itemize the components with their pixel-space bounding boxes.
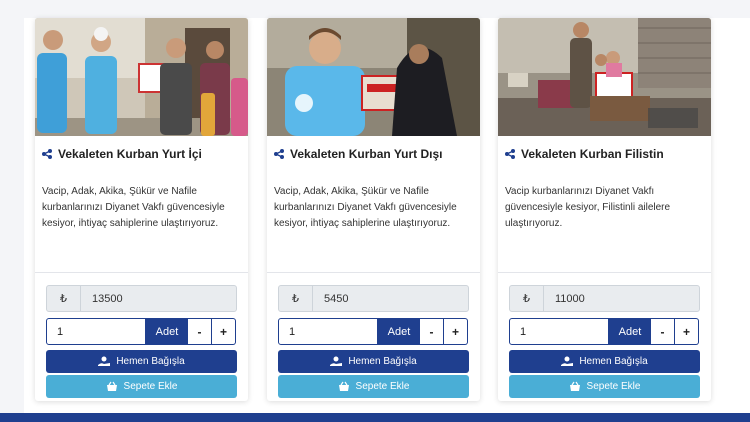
hand-heart-icon xyxy=(561,356,574,366)
card-description: Vacip, Adak, Akika, Şükür ve Nafile kurb… xyxy=(274,186,457,229)
card-title: Vekaleten Kurban Filistin xyxy=(505,147,664,161)
basket-icon xyxy=(569,381,580,391)
price-field: ₺ 5450 xyxy=(278,285,469,312)
card-photo xyxy=(267,18,480,136)
quantity-input[interactable] xyxy=(278,318,378,345)
card-description: Vacip, Adak, Akika, Şükür ve Nafile kurb… xyxy=(42,186,225,229)
share-icon xyxy=(274,149,284,159)
hand-heart-icon xyxy=(98,356,111,366)
increase-quantity-button[interactable]: + xyxy=(675,318,699,345)
price-field: ₺ 13500 xyxy=(46,285,237,312)
donate-now-label: Hemen Bağışla xyxy=(579,356,648,367)
donation-card-filistin: Vekaleten Kurban Filistin Vacip kurbanla… xyxy=(498,18,711,401)
add-to-cart-label: Sepete Ekle xyxy=(123,381,178,392)
increase-quantity-button[interactable]: + xyxy=(444,318,468,345)
decrease-quantity-button[interactable]: - xyxy=(188,318,212,345)
card-title: Vekaleten Kurban Yurt Dışı xyxy=(274,147,443,161)
currency-symbol: ₺ xyxy=(279,286,313,311)
quantity-group: Adet - + xyxy=(46,318,237,345)
card-title: Vekaleten Kurban Yurt İçi xyxy=(42,147,202,161)
basket-icon xyxy=(338,381,349,391)
card-photo xyxy=(35,18,248,136)
donation-card-yurt-ici: Vekaleten Kurban Yurt İçi Vacip, Adak, A… xyxy=(35,18,248,401)
card-divider xyxy=(35,272,248,273)
page-background-left xyxy=(0,0,24,422)
page-background-top xyxy=(24,0,750,18)
card-title-text: Vekaleten Kurban Filistin xyxy=(521,147,664,161)
quantity-group: Adet - + xyxy=(278,318,469,345)
donate-now-button[interactable]: Hemen Bağışla xyxy=(509,350,700,373)
add-to-cart-button[interactable]: Sepete Ekle xyxy=(509,375,700,398)
donation-card-yurt-disi: Vekaleten Kurban Yurt Dışı Vacip, Adak, … xyxy=(267,18,480,401)
quantity-input[interactable] xyxy=(46,318,146,345)
donate-now-button[interactable]: Hemen Bağışla xyxy=(46,350,237,373)
unit-label: Adet xyxy=(146,318,188,345)
price-field: ₺ 11000 xyxy=(509,285,700,312)
donate-now-label: Hemen Bağışla xyxy=(348,356,417,367)
add-to-cart-label: Sepete Ekle xyxy=(586,381,641,392)
donate-now-label: Hemen Bağışla xyxy=(116,356,185,367)
card-title-text: Vekaleten Kurban Yurt İçi xyxy=(58,147,202,161)
price-value: 11000 xyxy=(555,292,585,305)
price-value: 5450 xyxy=(324,292,349,305)
decrease-quantity-button[interactable]: - xyxy=(651,318,675,345)
share-icon xyxy=(42,149,52,159)
currency-symbol: ₺ xyxy=(510,286,544,311)
price-value: 13500 xyxy=(92,292,123,305)
unit-label: Adet xyxy=(378,318,420,345)
card-description: Vacip kurbanlarınızı Diyanet Vakfı güven… xyxy=(505,186,671,229)
share-icon xyxy=(505,149,515,159)
footer-band xyxy=(0,413,750,422)
card-title-text: Vekaleten Kurban Yurt Dışı xyxy=(290,147,443,161)
hand-heart-icon xyxy=(330,356,343,366)
add-to-cart-button[interactable]: Sepete Ekle xyxy=(46,375,237,398)
add-to-cart-button[interactable]: Sepete Ekle xyxy=(278,375,469,398)
add-to-cart-label: Sepete Ekle xyxy=(355,381,410,392)
quantity-input[interactable] xyxy=(509,318,609,345)
basket-icon xyxy=(106,381,117,391)
unit-label: Adet xyxy=(609,318,651,345)
currency-symbol: ₺ xyxy=(47,286,81,311)
decrease-quantity-button[interactable]: - xyxy=(420,318,444,345)
quantity-group: Adet - + xyxy=(509,318,700,345)
card-divider xyxy=(267,272,480,273)
card-divider xyxy=(498,272,711,273)
donate-now-button[interactable]: Hemen Bağışla xyxy=(278,350,469,373)
card-photo xyxy=(498,18,711,136)
increase-quantity-button[interactable]: + xyxy=(212,318,236,345)
